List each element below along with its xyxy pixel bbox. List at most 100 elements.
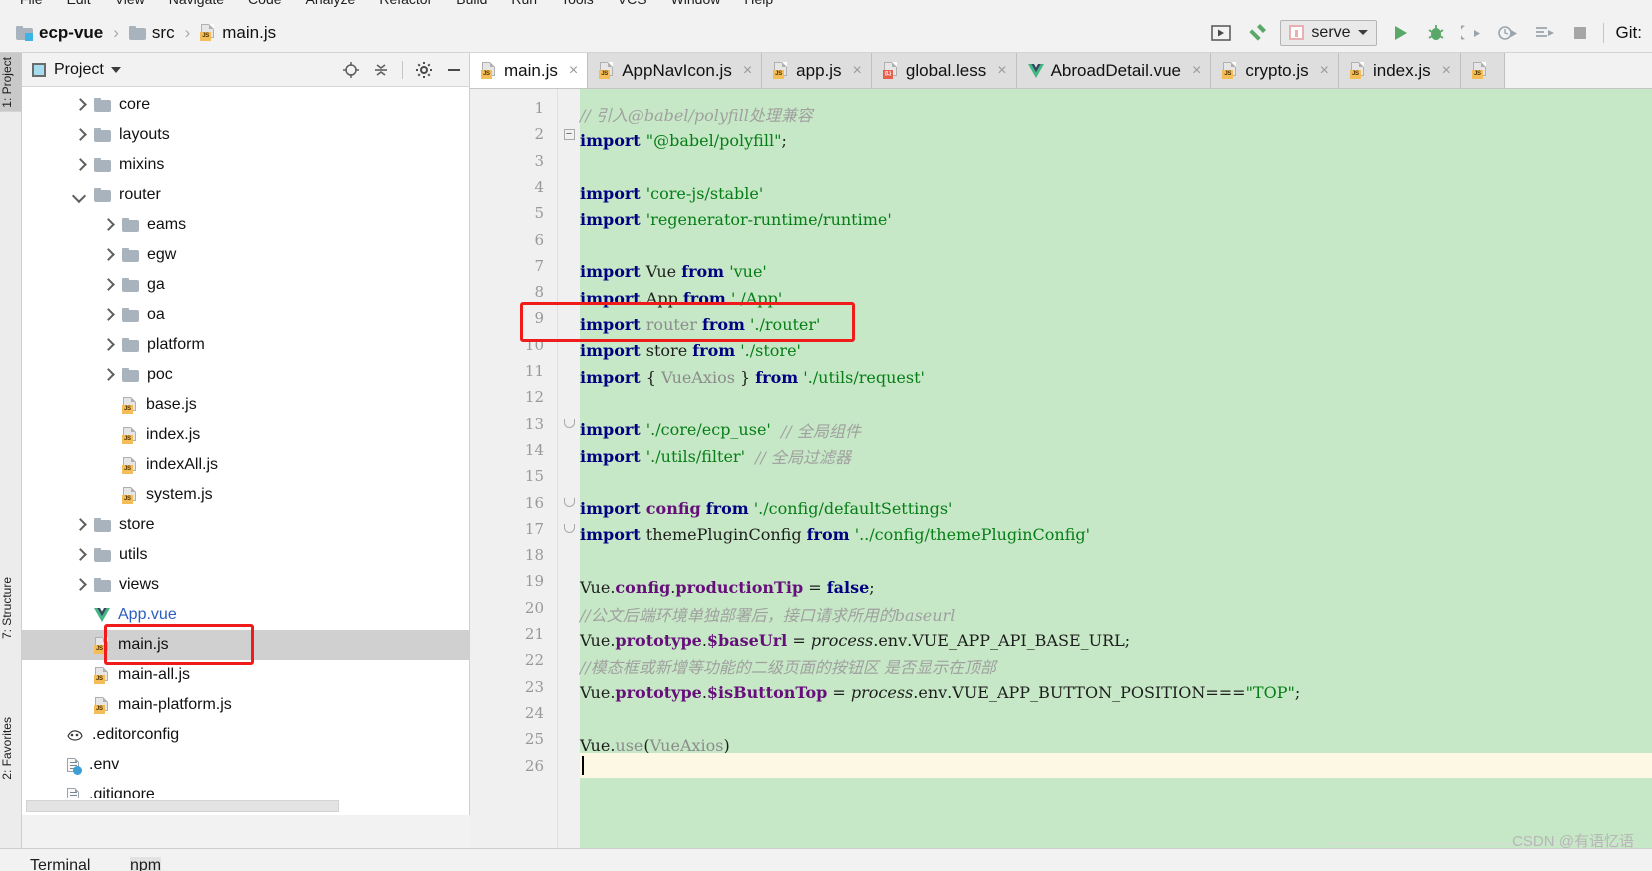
code-fold-toggle-icon[interactable] xyxy=(558,516,580,542)
editor-tab-app-js[interactable]: JS app.js × xyxy=(762,53,872,88)
breadcrumb-item-src[interactable]: src xyxy=(127,23,177,43)
tree-node[interactable]: views xyxy=(22,570,469,600)
project-horizontal-scrollbar[interactable] xyxy=(26,800,339,812)
main-menu-bar[interactable]: FileEditViewNavigateCodeAnalyzeRefactorB… xyxy=(0,0,1652,13)
menu-item-window[interactable]: Window xyxy=(659,0,733,6)
code-line[interactable]: import Vue from 'vue' xyxy=(580,259,767,285)
tree-node[interactable]: utils xyxy=(22,540,469,570)
menu-item-view[interactable]: View xyxy=(103,0,157,6)
chevron-right-icon[interactable] xyxy=(72,518,86,532)
collapse-all-icon[interactable] xyxy=(372,61,390,79)
menu-item-help[interactable]: Help xyxy=(732,0,785,6)
chevron-right-icon[interactable] xyxy=(72,548,86,562)
code-line[interactable]: Vue. prototype. $baseUrl = process. env. VUE… xyxy=(580,627,1130,653)
tree-node[interactable]: JS main-all.js xyxy=(22,660,469,690)
tree-node[interactable]: egw xyxy=(22,240,469,270)
chevron-right-icon[interactable] xyxy=(72,128,86,142)
tree-node[interactable]: core xyxy=(22,90,469,120)
tree-node[interactable]: store xyxy=(22,510,469,540)
close-icon[interactable]: × xyxy=(1442,62,1451,80)
code-line[interactable]: import "@babel/polyfill"; xyxy=(580,127,787,153)
editor-tab-crypto-js[interactable]: JS crypto.js × xyxy=(1211,53,1339,88)
debug-icon[interactable] xyxy=(1423,20,1449,46)
close-icon[interactable]: × xyxy=(743,62,752,80)
tree-node[interactable]: mixins xyxy=(22,150,469,180)
run-configuration-selector[interactable]: serve xyxy=(1280,19,1377,46)
tree-node[interactable]: JS indexAll.js xyxy=(22,450,469,480)
tree-node[interactable]: JS system.js xyxy=(22,480,469,510)
code-line[interactable] xyxy=(580,390,585,416)
menu-item-code[interactable]: Code xyxy=(236,0,293,6)
breadcrumb-item-ecp-vue[interactable]: ecp-vue xyxy=(14,23,105,43)
menu-item-analyze[interactable]: Analyze xyxy=(294,0,368,6)
build-hammer-icon[interactable] xyxy=(1244,20,1270,46)
code-line[interactable]: import 'core-js/stable' xyxy=(580,180,763,206)
tool-tab-structure[interactable]: 7: Structure xyxy=(0,573,22,643)
code-line[interactable]: import './core/ecp_use' // 全局组件 xyxy=(580,417,861,443)
code-line-highlighted[interactable]: import router from './router' xyxy=(580,311,820,337)
tree-node[interactable]: ga xyxy=(22,270,469,300)
run-to-cursor-icon[interactable] xyxy=(1531,20,1557,46)
close-icon[interactable]: × xyxy=(1192,62,1201,80)
project-file-tree[interactable]: core layouts mixins router eams egw ga oa platfo… xyxy=(22,87,469,798)
menu-item-build[interactable]: Build xyxy=(444,0,499,6)
breadcrumb-item-main-js[interactable]: JS main.js xyxy=(198,23,278,43)
tree-node[interactable]: JS base.js xyxy=(22,390,469,420)
close-icon[interactable]: × xyxy=(1320,62,1329,80)
run-anything-icon[interactable] xyxy=(1208,20,1234,46)
chevron-right-icon[interactable] xyxy=(72,98,86,112)
editor-tab-global-less[interactable]: {L} global.less × xyxy=(871,53,1017,88)
fold-gutter[interactable]: − xyxy=(558,89,580,871)
bottom-tab-npm[interactable]: npm xyxy=(130,857,162,871)
code-fold-toggle-icon[interactable] xyxy=(558,411,580,437)
chevron-down-icon[interactable] xyxy=(110,66,121,73)
chevron-right-icon[interactable] xyxy=(100,218,114,232)
code-fold-toggle-icon[interactable]: − xyxy=(558,121,580,147)
tree-node[interactable]: JS index.js xyxy=(22,420,469,450)
editor-tab-main-js[interactable]: JS main.js × xyxy=(470,53,589,88)
code-line[interactable]: import App from './App' xyxy=(580,285,782,311)
minimize-icon[interactable] xyxy=(445,61,463,79)
chevron-down-icon[interactable] xyxy=(72,188,86,202)
tree-node[interactable]: App.vue xyxy=(22,600,469,630)
locate-icon[interactable] xyxy=(342,61,360,79)
editor-tab-index-js[interactable]: JS index.js × xyxy=(1338,53,1461,88)
tree-node[interactable]: .gitignore xyxy=(22,780,469,798)
bottom-tab-terminal[interactable]: Terminal xyxy=(30,857,90,871)
chevron-right-icon[interactable] xyxy=(100,338,114,352)
menu-item-run[interactable]: Run xyxy=(499,0,549,6)
editor-tab-appnavicon-js[interactable]: JS AppNavIcon.js × xyxy=(588,53,763,88)
menu-item-file[interactable]: File xyxy=(8,0,55,6)
code-line[interactable] xyxy=(580,469,585,495)
code-line[interactable]: import { VueAxios } from './utils/reques… xyxy=(580,364,925,390)
stop-icon[interactable] xyxy=(1567,20,1593,46)
tree-node[interactable]: layouts xyxy=(22,120,469,150)
tree-node[interactable]: router xyxy=(22,180,469,210)
close-icon[interactable]: × xyxy=(569,62,578,80)
tree-node[interactable]: platform xyxy=(22,330,469,360)
code-editor[interactable]: 1 2 3 4 5 6 7 8 9 10 11 12 13 14 15 16 17 18 19 20 21 22 23 24 2… xyxy=(470,89,1652,871)
profiler-icon[interactable] xyxy=(1495,20,1521,46)
tree-node[interactable]: JS main-platform.js xyxy=(22,690,469,720)
chevron-right-icon[interactable] xyxy=(100,368,114,382)
menu-item-tools[interactable]: Tools xyxy=(549,0,606,6)
chevron-right-icon[interactable] xyxy=(100,278,114,292)
code-line[interactable]: import 'regenerator-runtime/runtime' xyxy=(580,206,892,232)
code-line[interactable] xyxy=(580,233,585,259)
chevron-down-icon[interactable] xyxy=(1357,30,1368,35)
code-line[interactable] xyxy=(580,548,585,574)
code-fold-toggle-icon[interactable] xyxy=(558,490,580,516)
menu-item-refactor[interactable]: Refactor xyxy=(367,0,444,6)
tree-node-selected[interactable]: JS main.js xyxy=(22,630,469,660)
tree-node[interactable]: poc xyxy=(22,360,469,390)
close-icon[interactable]: × xyxy=(997,62,1006,80)
chevron-right-icon[interactable] xyxy=(72,158,86,172)
code-line[interactable]: import './utils/filter' // 全局过滤器 xyxy=(580,443,851,469)
chevron-right-icon[interactable] xyxy=(100,308,114,322)
editor-tab-bar[interactable]: JS main.js × JS AppNavIcon.js × JS app.js × {L} gl… xyxy=(470,53,1652,89)
code-line[interactable]: // 引入@babel/polyfill处理兼容 xyxy=(580,101,813,127)
code-line[interactable]: //公文后端环境单独部署后，接口请求所用的baseurl xyxy=(580,601,955,627)
code-line[interactable]: Vue. prototype. $isButtonTop = process. env… xyxy=(580,680,1300,706)
tree-node[interactable]: oa xyxy=(22,300,469,330)
tool-tab-favorites[interactable]: 2: Favorites xyxy=(0,713,22,784)
